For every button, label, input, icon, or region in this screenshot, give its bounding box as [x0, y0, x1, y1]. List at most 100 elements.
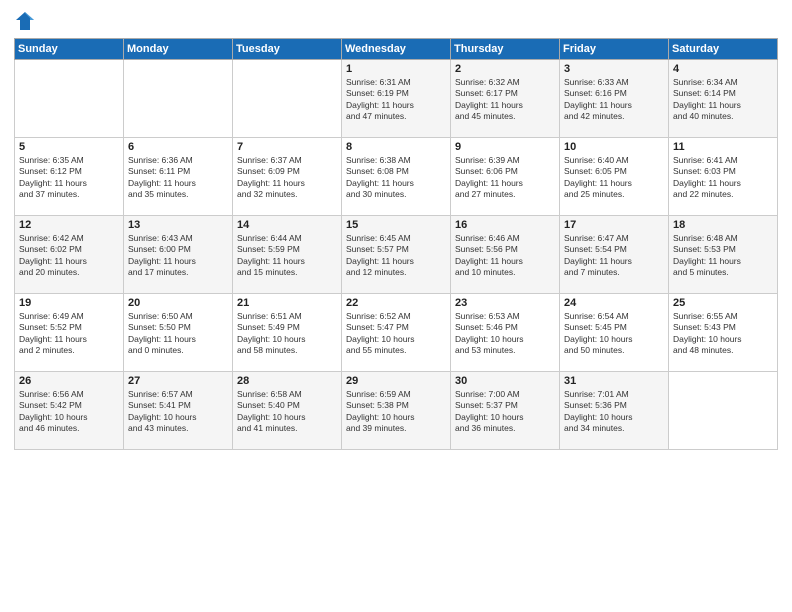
calendar-cell: 5 Sunrise: 6:35 AM Sunset: 6:12 PM Daylig…: [15, 138, 124, 216]
calendar-cell: 10 Sunrise: 6:40 AM Sunset: 6:05 PM Dayli…: [560, 138, 669, 216]
calendar-cell: 9 Sunrise: 6:39 AM Sunset: 6:06 PM Daylig…: [451, 138, 560, 216]
cell-details: Sunrise: 6:47 AM Sunset: 5:54 PM Dayligh…: [564, 233, 664, 279]
weekday-header-sunday: Sunday: [15, 39, 124, 60]
cell-details: Sunrise: 6:43 AM Sunset: 6:00 PM Dayligh…: [128, 233, 228, 279]
cell-details: Sunrise: 6:32 AM Sunset: 6:17 PM Dayligh…: [455, 77, 555, 123]
calendar-cell: [124, 60, 233, 138]
day-number: 6: [128, 141, 228, 153]
page-container: SundayMondayTuesdayWednesdayThursdayFrid…: [0, 0, 792, 612]
calendar-cell: 6 Sunrise: 6:36 AM Sunset: 6:11 PM Daylig…: [124, 138, 233, 216]
calendar-cell: 16 Sunrise: 6:46 AM Sunset: 5:56 PM Dayli…: [451, 216, 560, 294]
day-number: 18: [673, 219, 773, 231]
weekday-header-wednesday: Wednesday: [342, 39, 451, 60]
day-number: 2: [455, 63, 555, 75]
day-number: 9: [455, 141, 555, 153]
calendar-cell: 22 Sunrise: 6:52 AM Sunset: 5:47 PM Dayli…: [342, 294, 451, 372]
day-number: 23: [455, 297, 555, 309]
calendar-cell: 14 Sunrise: 6:44 AM Sunset: 5:59 PM Dayli…: [233, 216, 342, 294]
weekday-header-tuesday: Tuesday: [233, 39, 342, 60]
day-number: 20: [128, 297, 228, 309]
weekday-header-saturday: Saturday: [669, 39, 778, 60]
cell-details: Sunrise: 6:59 AM Sunset: 5:38 PM Dayligh…: [346, 389, 446, 435]
calendar-cell: 3Sunrise: 6:33 AM Sunset: 6:16 PM Daylig…: [560, 60, 669, 138]
day-number: 24: [564, 297, 664, 309]
day-number: 4: [673, 63, 773, 75]
cell-details: Sunrise: 7:01 AM Sunset: 5:36 PM Dayligh…: [564, 389, 664, 435]
calendar-cell: 26 Sunrise: 6:56 AM Sunset: 5:42 PM Dayli…: [15, 372, 124, 450]
calendar-cell: 13 Sunrise: 6:43 AM Sunset: 6:00 PM Dayli…: [124, 216, 233, 294]
calendar-cell: 28 Sunrise: 6:58 AM Sunset: 5:40 PM Dayli…: [233, 372, 342, 450]
calendar-cell: 27 Sunrise: 6:57 AM Sunset: 5:41 PM Dayli…: [124, 372, 233, 450]
cell-details: Sunrise: 6:48 AM Sunset: 5:53 PM Dayligh…: [673, 233, 773, 279]
calendar-cell: [669, 372, 778, 450]
cell-details: Sunrise: 6:53 AM Sunset: 5:46 PM Dayligh…: [455, 311, 555, 357]
day-number: 13: [128, 219, 228, 231]
calendar-cell: 21Sunrise: 6:51 AM Sunset: 5:49 PM Dayli…: [233, 294, 342, 372]
day-number: 30: [455, 375, 555, 387]
cell-details: Sunrise: 6:45 AM Sunset: 5:57 PM Dayligh…: [346, 233, 446, 279]
cell-details: Sunrise: 6:33 AM Sunset: 6:16 PM Dayligh…: [564, 77, 664, 123]
calendar-cell: 8 Sunrise: 6:38 AM Sunset: 6:08 PM Daylig…: [342, 138, 451, 216]
weekday-header-friday: Friday: [560, 39, 669, 60]
day-number: 11: [673, 141, 773, 153]
calendar-cell: [233, 60, 342, 138]
day-number: 1: [346, 63, 446, 75]
calendar-week-1: 1Sunrise: 6:31 AM Sunset: 6:19 PM Daylig…: [15, 60, 778, 138]
cell-details: Sunrise: 6:44 AM Sunset: 5:59 PM Dayligh…: [237, 233, 337, 279]
cell-details: Sunrise: 6:52 AM Sunset: 5:47 PM Dayligh…: [346, 311, 446, 357]
calendar-week-2: 5 Sunrise: 6:35 AM Sunset: 6:12 PM Daylig…: [15, 138, 778, 216]
day-number: 8: [346, 141, 446, 153]
calendar-cell: 23 Sunrise: 6:53 AM Sunset: 5:46 PM Dayli…: [451, 294, 560, 372]
cell-details: Sunrise: 6:36 AM Sunset: 6:11 PM Dayligh…: [128, 155, 228, 201]
cell-details: Sunrise: 6:40 AM Sunset: 6:05 PM Dayligh…: [564, 155, 664, 201]
cell-details: Sunrise: 6:39 AM Sunset: 6:06 PM Dayligh…: [455, 155, 555, 201]
day-number: 31: [564, 375, 664, 387]
day-number: 26: [19, 375, 119, 387]
cell-details: Sunrise: 6:37 AM Sunset: 6:09 PM Dayligh…: [237, 155, 337, 201]
calendar-cell: [15, 60, 124, 138]
cell-details: Sunrise: 6:54 AM Sunset: 5:45 PM Dayligh…: [564, 311, 664, 357]
calendar-cell: 2 Sunrise: 6:32 AM Sunset: 6:17 PM Daylig…: [451, 60, 560, 138]
weekday-header-monday: Monday: [124, 39, 233, 60]
calendar-cell: 29 Sunrise: 6:59 AM Sunset: 5:38 PM Dayli…: [342, 372, 451, 450]
calendar-cell: 17 Sunrise: 6:47 AM Sunset: 5:54 PM Dayli…: [560, 216, 669, 294]
calendar-cell: 15Sunrise: 6:45 AM Sunset: 5:57 PM Dayli…: [342, 216, 451, 294]
day-number: 14: [237, 219, 337, 231]
cell-details: Sunrise: 6:50 AM Sunset: 5:50 PM Dayligh…: [128, 311, 228, 357]
calendar-cell: 31 Sunrise: 7:01 AM Sunset: 5:36 PM Dayli…: [560, 372, 669, 450]
day-number: 19: [19, 297, 119, 309]
cell-details: Sunrise: 6:34 AM Sunset: 6:14 PM Dayligh…: [673, 77, 773, 123]
calendar-cell: 18 Sunrise: 6:48 AM Sunset: 5:53 PM Dayli…: [669, 216, 778, 294]
calendar-cell: 4 Sunrise: 6:34 AM Sunset: 6:14 PM Daylig…: [669, 60, 778, 138]
cell-details: Sunrise: 6:41 AM Sunset: 6:03 PM Dayligh…: [673, 155, 773, 201]
cell-details: Sunrise: 6:56 AM Sunset: 5:42 PM Dayligh…: [19, 389, 119, 435]
calendar-cell: 7Sunrise: 6:37 AM Sunset: 6:09 PM Daylig…: [233, 138, 342, 216]
calendar-week-4: 19Sunrise: 6:49 AM Sunset: 5:52 PM Dayli…: [15, 294, 778, 372]
calendar-cell: 11 Sunrise: 6:41 AM Sunset: 6:03 PM Dayli…: [669, 138, 778, 216]
day-number: 10: [564, 141, 664, 153]
cell-details: Sunrise: 6:38 AM Sunset: 6:08 PM Dayligh…: [346, 155, 446, 201]
calendar-cell: 25Sunrise: 6:55 AM Sunset: 5:43 PM Dayli…: [669, 294, 778, 372]
cell-details: Sunrise: 6:46 AM Sunset: 5:56 PM Dayligh…: [455, 233, 555, 279]
cell-details: Sunrise: 6:35 AM Sunset: 6:12 PM Dayligh…: [19, 155, 119, 201]
day-number: 27: [128, 375, 228, 387]
logo: [14, 10, 40, 32]
calendar-week-3: 12Sunrise: 6:42 AM Sunset: 6:02 PM Dayli…: [15, 216, 778, 294]
header: [14, 10, 778, 32]
calendar-cell: 24 Sunrise: 6:54 AM Sunset: 5:45 PM Dayli…: [560, 294, 669, 372]
weekday-header-thursday: Thursday: [451, 39, 560, 60]
day-number: 5: [19, 141, 119, 153]
calendar-cell: 20 Sunrise: 6:50 AM Sunset: 5:50 PM Dayli…: [124, 294, 233, 372]
calendar-cell: 1Sunrise: 6:31 AM Sunset: 6:19 PM Daylig…: [342, 60, 451, 138]
cell-details: Sunrise: 7:00 AM Sunset: 5:37 PM Dayligh…: [455, 389, 555, 435]
day-number: 16: [455, 219, 555, 231]
cell-details: Sunrise: 6:58 AM Sunset: 5:40 PM Dayligh…: [237, 389, 337, 435]
day-number: 29: [346, 375, 446, 387]
cell-details: Sunrise: 6:42 AM Sunset: 6:02 PM Dayligh…: [19, 233, 119, 279]
calendar-cell: 30 Sunrise: 7:00 AM Sunset: 5:37 PM Dayli…: [451, 372, 560, 450]
day-number: 22: [346, 297, 446, 309]
cell-details: Sunrise: 6:57 AM Sunset: 5:41 PM Dayligh…: [128, 389, 228, 435]
day-number: 17: [564, 219, 664, 231]
day-number: 28: [237, 375, 337, 387]
calendar-table: SundayMondayTuesdayWednesdayThursdayFrid…: [14, 38, 778, 450]
